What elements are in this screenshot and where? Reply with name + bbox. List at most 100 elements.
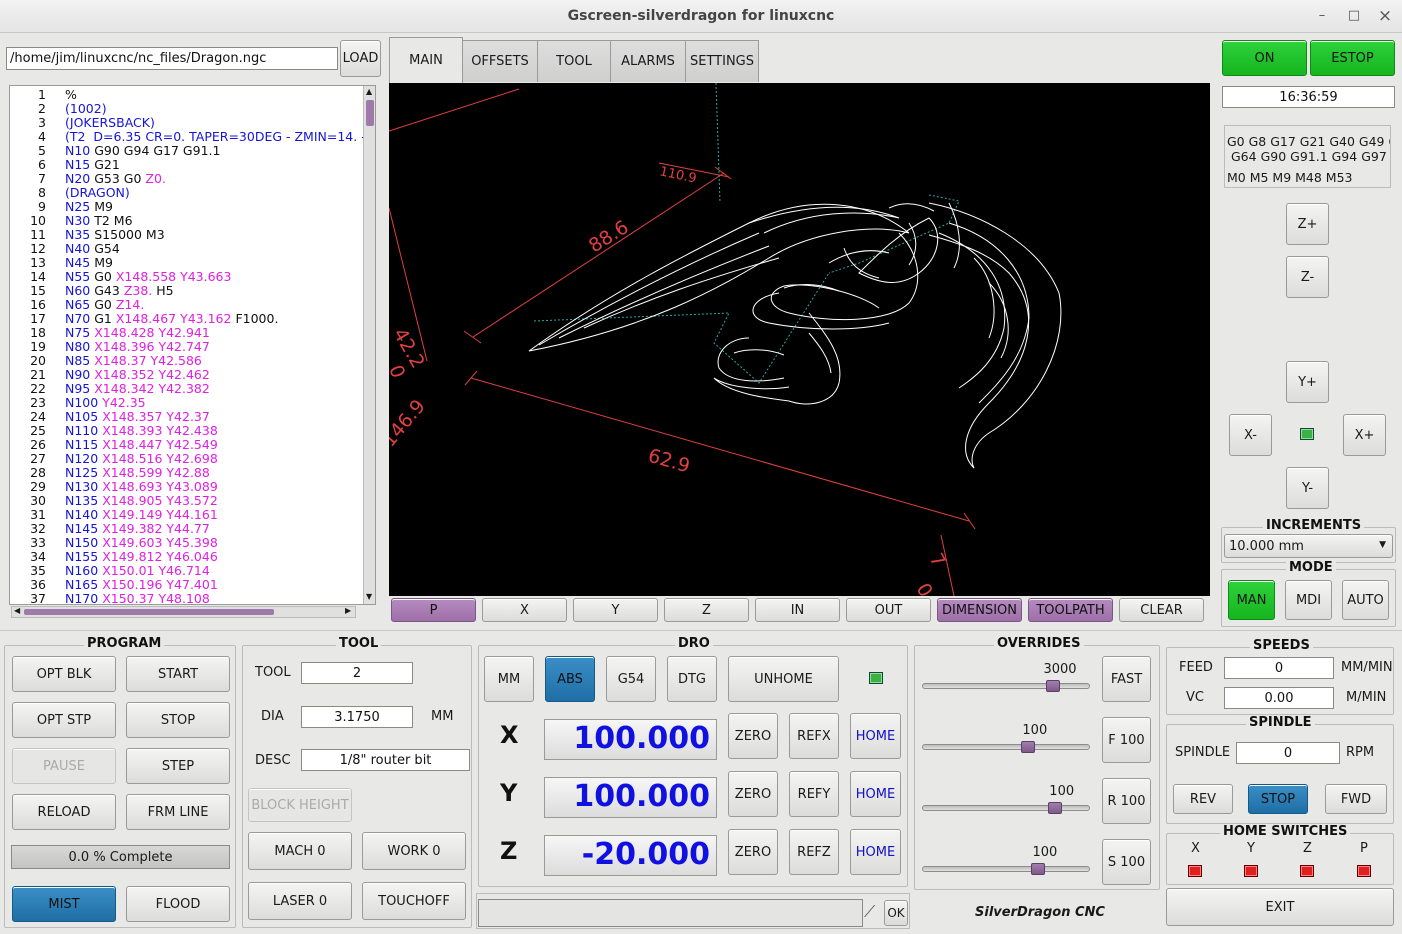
gcode-line[interactable]: 9 N25 M9	[10, 200, 360, 214]
jog-z-plus-button[interactable]: Z+	[1286, 203, 1329, 245]
gcode-line[interactable]: 26 N115 X148.447 Y42.549	[10, 438, 360, 452]
maximize-icon[interactable]: □	[1346, 8, 1362, 24]
dro-g54-button[interactable]: G54	[606, 656, 656, 702]
gcode-line[interactable]: 8 (DRAGON)	[10, 186, 360, 200]
gcode-line[interactable]: 27 N120 X148.516 Y42.698	[10, 452, 360, 466]
clear-button[interactable]: CLEAR	[1119, 598, 1204, 622]
ref-z-button[interactable]: REFZ	[789, 829, 839, 875]
gcode-line[interactable]: 33 N150 X149.603 Y45.398	[10, 536, 360, 550]
override-slider[interactable]	[922, 683, 1090, 689]
gcode-line[interactable]: 1%	[10, 88, 360, 102]
jog-y-plus-button[interactable]: Y+	[1286, 361, 1329, 403]
gcode-line[interactable]: 19 N80 X148.396 Y42.747	[10, 340, 360, 354]
flood-button[interactable]: FLOOD	[126, 886, 230, 922]
scroll-down-icon[interactable]: ▼	[366, 592, 372, 601]
ref-y-button[interactable]: REFY	[789, 771, 839, 817]
zero-z-button[interactable]: ZERO	[728, 829, 778, 875]
scroll-up-icon[interactable]: ▲	[366, 87, 372, 96]
file-path-field[interactable]: /home/jim/linuxcnc/nc_files/Dragon.ngc	[6, 47, 338, 70]
zero-x-button[interactable]: ZERO	[728, 713, 778, 759]
gcode-vertical-scrollbar[interactable]: ▲ ▼	[363, 86, 375, 604]
tab-main[interactable]: MAIN	[389, 37, 463, 83]
gcode-line[interactable]: 34 N155 X149.812 Y46.046	[10, 550, 360, 564]
tab-settings[interactable]: SETTINGS	[685, 40, 759, 82]
gcode-line[interactable]: 17 N70 G1 X148.467 Y43.162 F1000.	[10, 312, 360, 326]
override-slider-handle[interactable]	[1047, 802, 1062, 814]
jog-y-minus-button[interactable]: Y-	[1286, 467, 1329, 509]
override-reset-button[interactable]: F 100	[1102, 717, 1151, 763]
gcode-line[interactable]: 25 N110 X148.393 Y42.438	[10, 424, 360, 438]
gcode-line[interactable]: 18 N75 X148.428 Y42.941	[10, 326, 360, 340]
stop-button[interactable]: STOP	[126, 702, 230, 738]
step-button[interactable]: STEP	[126, 748, 230, 784]
pause-button[interactable]: PAUSE	[12, 748, 116, 784]
override-slider-handle[interactable]	[1046, 680, 1061, 692]
home-y-button[interactable]: HOME	[850, 771, 901, 817]
view-y-button[interactable]: Y	[573, 598, 658, 622]
load-button[interactable]: LOAD	[340, 40, 381, 77]
override-slider-handle[interactable]	[1030, 863, 1045, 875]
gcode-line[interactable]: 29 N130 X148.693 Y43.089	[10, 480, 360, 494]
gcode-line[interactable]: 31 N140 X149.149 Y44.161	[10, 508, 360, 522]
estop-button[interactable]: ESTOP	[1310, 40, 1395, 76]
h-scroll-thumb[interactable]	[24, 609, 274, 615]
gcode-line[interactable]: 36 N165 X150.196 Y47.401	[10, 578, 360, 592]
mode-man-button[interactable]: MAN	[1228, 580, 1275, 620]
increments-dropdown[interactable]: 10.000 mm ▼	[1224, 534, 1393, 558]
spindle-fwd-button[interactable]: FWD	[1325, 784, 1387, 814]
spindle-stop-button[interactable]: STOP	[1248, 784, 1308, 814]
override-reset-button[interactable]: S 100	[1102, 839, 1151, 885]
gcode-line[interactable]: 24 N105 X148.357 Y42.37	[10, 410, 360, 424]
gcode-line[interactable]: 7 N20 G53 G0 Z0.	[10, 172, 360, 186]
gcode-line[interactable]: 2 (1002)	[10, 102, 360, 116]
scroll-right-icon[interactable]: ▶	[345, 606, 351, 615]
home-z-button[interactable]: HOME	[850, 829, 901, 875]
machine-on-button[interactable]: ON	[1222, 40, 1307, 76]
gcode-line[interactable]: 15 N60 G43 Z38. H5	[10, 284, 360, 298]
gcode-line[interactable]: 5 N10 G90 G94 G17 G91.1	[10, 144, 360, 158]
gcode-line[interactable]: 6 N15 G21	[10, 158, 360, 172]
dro-abs-button[interactable]: ABS	[545, 656, 595, 702]
zero-y-button[interactable]: ZERO	[728, 771, 778, 817]
dro-mm-button[interactable]: MM	[484, 656, 534, 702]
mdi-input[interactable]	[478, 899, 863, 927]
override-slider[interactable]	[922, 744, 1090, 750]
minimize-icon[interactable]: –	[1314, 8, 1330, 24]
mode-mdi-button[interactable]: MDI	[1285, 580, 1332, 620]
tab-alarms[interactable]: ALARMS	[610, 40, 686, 82]
scroll-thumb[interactable]	[366, 100, 374, 126]
mode-auto-button[interactable]: AUTO	[1342, 580, 1389, 620]
toolpath-preview[interactable]: 110.9 88.6 42.2 0 146.9 62.9 7 0.	[389, 83, 1210, 596]
gcode-line[interactable]: 21 N90 X148.352 Y42.462	[10, 368, 360, 382]
override-slider[interactable]	[922, 805, 1090, 811]
zoom-out-button[interactable]: OUT	[846, 598, 931, 622]
spindle-rev-button[interactable]: REV	[1173, 784, 1233, 814]
laser-zero-button[interactable]: LASER 0	[248, 882, 352, 920]
gcode-line[interactable]: 14 N55 G0 X148.558 Y43.663	[10, 270, 360, 284]
opt-stp-button[interactable]: OPT STP	[12, 702, 116, 738]
gcode-line[interactable]: 23 N100 Y42.35	[10, 396, 360, 410]
gcode-line[interactable]: 32 N145 X149.382 Y44.77	[10, 522, 360, 536]
override-slider-handle[interactable]	[1020, 741, 1035, 753]
opt-blk-button[interactable]: OPT BLK	[12, 656, 116, 692]
jog-x-plus-button[interactable]: X+	[1343, 414, 1386, 456]
gcode-line[interactable]: 12 N40 G54	[10, 242, 360, 256]
gcode-line[interactable]: 37 N170 X150.37 Y48.108	[10, 592, 360, 605]
home-x-button[interactable]: HOME	[850, 713, 901, 759]
jog-z-minus-button[interactable]: Z-	[1286, 256, 1329, 298]
gcode-line[interactable]: 16 N65 G0 Z14.	[10, 298, 360, 312]
frm-line-button[interactable]: FRM LINE	[126, 794, 230, 830]
ref-x-button[interactable]: REFX	[789, 713, 839, 759]
toolpath-toggle-button[interactable]: TOOLPATH	[1028, 598, 1113, 622]
dimension-toggle-button[interactable]: DIMENSION	[937, 598, 1022, 622]
gcode-line[interactable]: 28 N125 X148.599 Y42.88	[10, 466, 360, 480]
override-reset-button[interactable]: R 100	[1102, 778, 1151, 824]
mdi-ok-button[interactable]: OK	[884, 900, 908, 926]
touchoff-button[interactable]: TOUCHOFF	[362, 882, 466, 920]
tab-tool[interactable]: TOOL	[537, 40, 611, 82]
mach-zero-button[interactable]: MACH 0	[248, 832, 352, 870]
gcode-line[interactable]: 30 N135 X148.905 Y43.572	[10, 494, 360, 508]
override-reset-button[interactable]: FAST	[1102, 656, 1151, 702]
gcode-line[interactable]: 4 (T2 D=6.35 CR=0. TAPER=30DEG - ZMIN=14.…	[10, 130, 366, 144]
work-zero-button[interactable]: WORK 0	[362, 832, 466, 870]
